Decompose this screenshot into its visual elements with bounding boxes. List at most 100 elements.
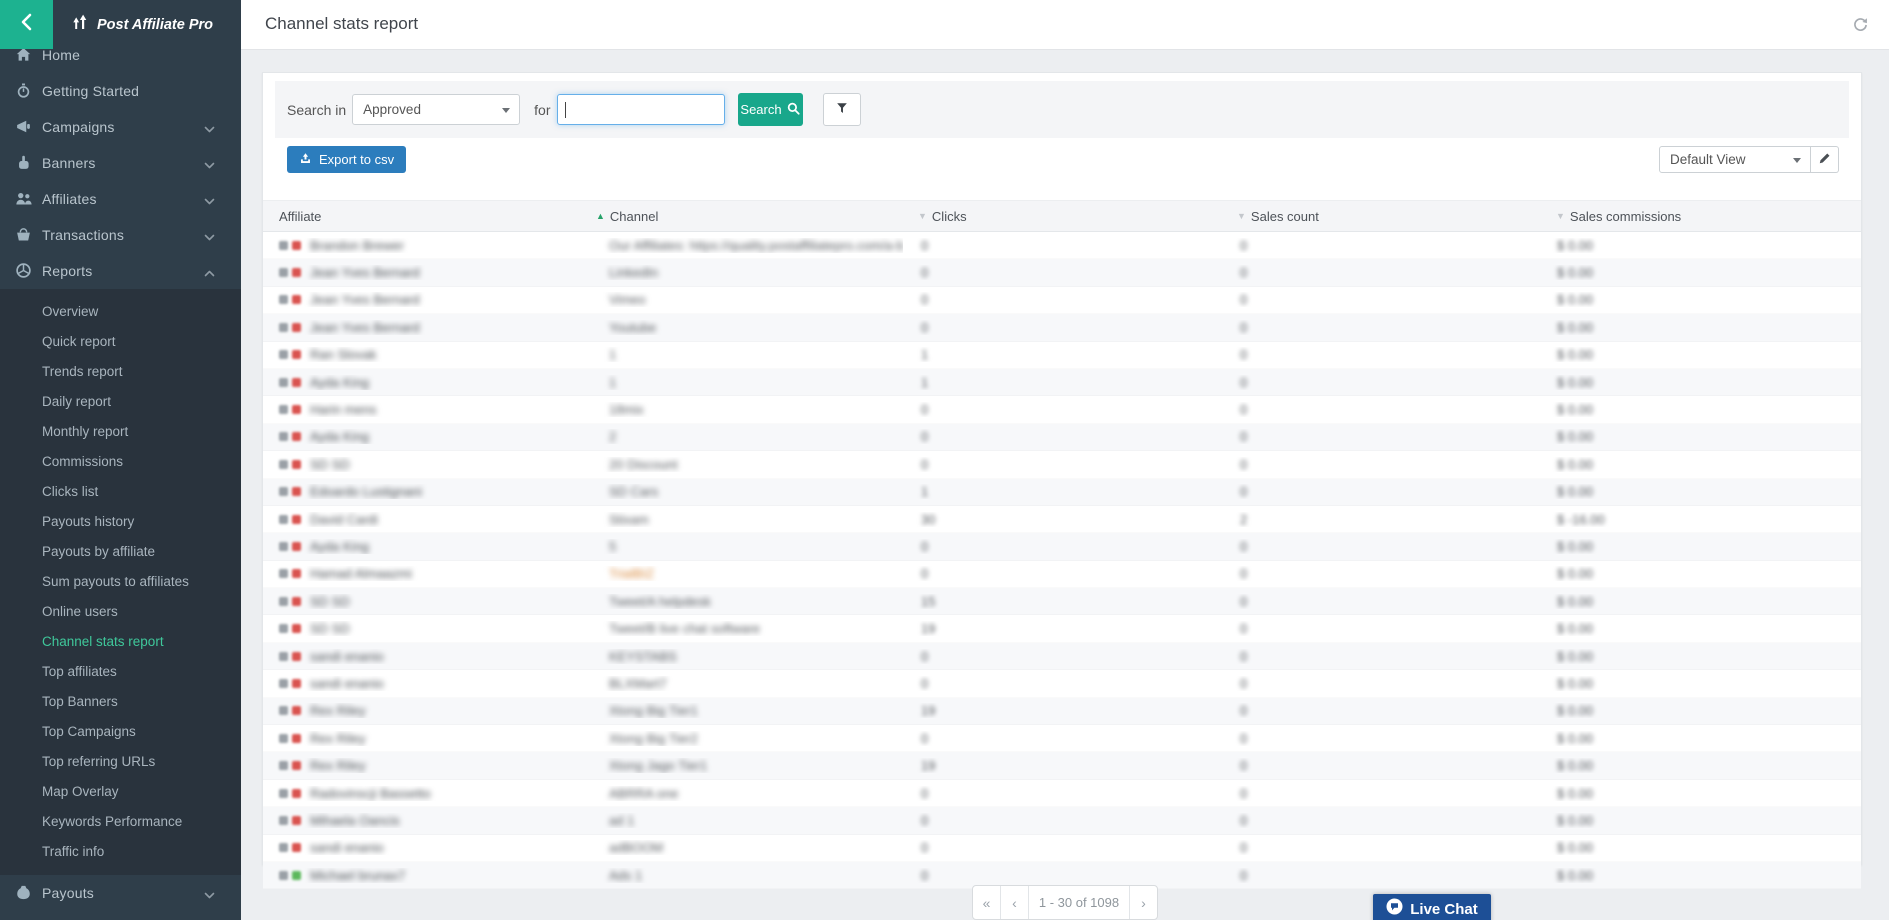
sidebar-subitem-top-campaigns[interactable]: Top Campaigns [0, 717, 241, 747]
sidebar-subitem-quick-report[interactable]: Quick report [0, 327, 241, 357]
view-select-value: Default View [1670, 152, 1746, 167]
sales-count-cell: 0 [1222, 375, 1541, 390]
next-page-button[interactable]: › [1130, 886, 1157, 919]
status-icon [292, 487, 301, 496]
back-button[interactable] [0, 0, 53, 49]
search-button[interactable]: Search [738, 93, 803, 126]
affiliate-name: Rex Riley [310, 703, 366, 718]
sidebar-subitem-commissions[interactable]: Commissions [0, 447, 241, 477]
channel-cell: Xtong Big Tier2 [581, 731, 903, 746]
view-group: Default View [1659, 146, 1839, 173]
export-icon [299, 152, 312, 168]
sidebar-subitem-payouts-by-affiliate[interactable]: Payouts by affiliate [0, 537, 241, 567]
chevron-left-icon [19, 13, 35, 36]
chevron-down-icon [204, 122, 215, 133]
affiliate-cell: Rex Riley [263, 758, 581, 773]
sidebar-subitem-overview[interactable]: Overview [0, 297, 241, 327]
sidebar-subitem-top-referring-urls[interactable]: Top referring URLs [0, 747, 241, 777]
sidebar-subitem-trends-report[interactable]: Trends report [0, 357, 241, 387]
export-csv-button[interactable]: Export to csv [287, 146, 406, 173]
live-chat-button[interactable]: Live Chat [1373, 894, 1491, 920]
column-header-sales-count[interactable]: ▼ Sales count [1222, 209, 1541, 224]
sidebar-subitem-payouts-history[interactable]: Payouts history [0, 507, 241, 537]
for-label: for [534, 102, 550, 118]
status-icon [292, 350, 301, 359]
logo-bar: Post Affiliate Pro [0, 0, 241, 49]
channel-cell: KEYSTABS [581, 649, 903, 664]
sidebar-subitem-clicks-list[interactable]: Clicks list [0, 477, 241, 507]
sidebar-item-payouts[interactable]: Payouts [0, 875, 241, 911]
sidebar-subitem-channel-stats-report[interactable]: Channel stats report [0, 627, 241, 657]
column-header-channel[interactable]: ▲ Channel [581, 209, 903, 224]
edit-view-button[interactable] [1811, 146, 1839, 173]
search-input[interactable] [557, 94, 725, 125]
table-row: Mihaela Oancis ad 1 0 0 $ 0.00 [263, 807, 1861, 834]
affiliate-type-icon [279, 843, 288, 852]
affiliate-name: Michael brunax7 [310, 868, 405, 883]
sidebar-subitem-top-affiliates[interactable]: Top affiliates [0, 657, 241, 687]
affiliate-cell: Rex Riley [263, 703, 581, 718]
affiliate-name: Jean Yves Bernard [310, 320, 420, 335]
column-header-affiliate[interactable]: Affiliate [263, 209, 581, 224]
sidebar-subitem-top-banners[interactable]: Top Banners [0, 687, 241, 717]
chevron-down-icon [204, 194, 215, 205]
status-icon [292, 734, 301, 743]
channel-cell: LinkedIn [581, 265, 903, 280]
brand-logo: Post Affiliate Pro [72, 14, 213, 36]
clicks-cell: 19 [903, 621, 1222, 636]
affiliate-name: Radovinscji Bassetto [310, 786, 431, 801]
sort-desc-icon: ▼ [1556, 211, 1565, 221]
channel-cell: BLXMart7 [581, 676, 903, 691]
sort-desc-icon: ▼ [1237, 211, 1246, 221]
sort-desc-icon: ▼ [918, 211, 927, 221]
status-icon [292, 569, 301, 578]
affiliate-name: SD SD [310, 594, 350, 609]
clicks-cell: 0 [903, 786, 1222, 801]
status-icon [292, 843, 301, 852]
brand-arrows-icon [72, 14, 89, 36]
sidebar-item-reports[interactable]: Reports [0, 253, 241, 289]
sales-count-cell: 0 [1222, 347, 1541, 362]
table-header: Affiliate ▲ Channel ▼ Clicks ▼ Sales cou… [263, 200, 1861, 232]
commission-cell: $ 0.00 [1541, 566, 1863, 581]
column-header-sales-commissions[interactable]: ▼ Sales commissions [1541, 209, 1863, 224]
commission-cell: $ 0.00 [1541, 484, 1863, 499]
view-select[interactable]: Default View [1659, 146, 1811, 173]
affiliate-type-icon [279, 652, 288, 661]
refresh-icon[interactable] [1852, 16, 1869, 33]
search-in-select[interactable]: Approved [352, 94, 520, 125]
sidebar-item-banners[interactable]: Banners [0, 145, 241, 181]
sidebar-subitem-online-users[interactable]: Online users [0, 597, 241, 627]
clicks-cell: 0 [903, 868, 1222, 883]
sidebar-subitem-traffic-info[interactable]: Traffic info [0, 837, 241, 867]
commission-cell: $ 0.00 [1541, 375, 1863, 390]
first-page-button[interactable]: « [973, 886, 1001, 919]
sidebar-item-transactions[interactable]: Transactions [0, 217, 241, 253]
sidebar-item-getting-started[interactable]: Getting Started [0, 73, 241, 109]
sidebar-subitem-daily-report[interactable]: Daily report [0, 387, 241, 417]
money-bag-icon [15, 884, 33, 902]
channel-cell: TrialBIZ [581, 566, 903, 581]
filter-button[interactable] [823, 93, 861, 126]
sidebar-subitem-monthly-report[interactable]: Monthly report [0, 417, 241, 447]
commission-cell: $ 0.00 [1541, 703, 1863, 718]
sales-count-cell: 0 [1222, 703, 1541, 718]
clicks-cell: 30 [903, 512, 1222, 527]
affiliate-type-icon [279, 515, 288, 524]
sidebar-subitem-keywords-performance[interactable]: Keywords Performance [0, 807, 241, 837]
affiliate-name: Ayda King [310, 539, 369, 554]
affiliate-cell: Mihaela Oancis [263, 813, 581, 828]
affiliate-type-icon [279, 405, 288, 414]
column-header-clicks[interactable]: ▼ Clicks [903, 209, 1222, 224]
sidebar-item-campaigns[interactable]: Campaigns [0, 109, 241, 145]
sidebar-subitem-map-overlay[interactable]: Map Overlay [0, 777, 241, 807]
affiliate-name: Ayda King [310, 375, 369, 390]
affiliate-type-icon [279, 597, 288, 606]
sidebar-item-affiliates[interactable]: Affiliates [0, 181, 241, 217]
affiliate-name: Rex Riley [310, 758, 366, 773]
affiliate-cell: Radovinscji Bassetto [263, 786, 581, 801]
sidebar-subitem-sum-payouts-to-affiliates[interactable]: Sum payouts to affiliates [0, 567, 241, 597]
affiliate-name: SD SD [310, 457, 350, 472]
prev-page-button[interactable]: ‹ [1001, 886, 1029, 919]
affiliate-type-icon [279, 871, 288, 880]
